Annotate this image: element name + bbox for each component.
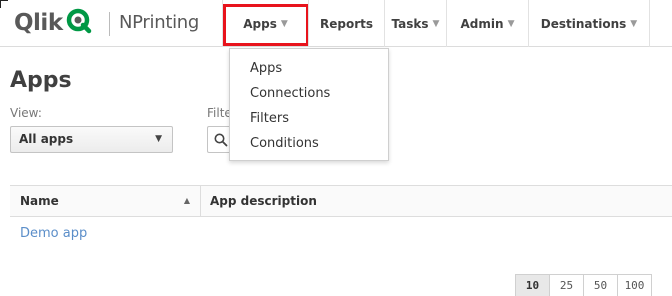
nav-destinations-label: Destinations xyxy=(540,16,627,31)
nav-admin[interactable]: Admin ▼ xyxy=(446,0,528,47)
nav-destinations[interactable]: Destinations ▼ xyxy=(528,0,650,47)
chevron-down-icon: ▼ xyxy=(280,18,288,29)
nav-reports-label: Reports xyxy=(319,16,373,31)
logo-text: Qlik xyxy=(14,10,63,36)
page-size-10[interactable]: 10 xyxy=(515,274,550,296)
chevron-down-icon: ▼ xyxy=(630,18,638,29)
chevron-down-icon: ▼ xyxy=(432,18,440,29)
main-nav: Apps ▼ Reports Tasks ▼ Admin ▼ Destinati… xyxy=(222,0,650,47)
view-select-value: All apps xyxy=(19,132,74,146)
qlik-q-icon xyxy=(66,8,92,38)
app-row-link[interactable]: Demo app xyxy=(20,226,87,241)
nav-admin-label: Admin xyxy=(460,16,504,31)
menu-item-conditions[interactable]: Conditions xyxy=(230,133,388,158)
view-label: View: xyxy=(10,106,42,120)
product-name: NPrinting xyxy=(119,12,200,33)
page-size-50[interactable]: 50 xyxy=(583,274,618,296)
top-navigation-bar: Qlik NPrinting Apps ▼ Reports Tasks ▼ Ad… xyxy=(0,0,672,47)
column-header-name[interactable]: Name ▲ xyxy=(10,186,201,216)
view-select[interactable]: All apps ▼ xyxy=(10,126,173,153)
chevron-down-icon: ▼ xyxy=(507,18,515,29)
menu-item-filters[interactable]: Filters xyxy=(230,108,388,133)
apps-dropdown-menu: Apps Connections Filters Conditions xyxy=(229,48,389,161)
menu-item-connections[interactable]: Connections xyxy=(230,83,388,108)
chevron-down-icon: ▼ xyxy=(155,134,162,144)
nav-reports[interactable]: Reports xyxy=(308,0,384,47)
filter-label: Filter xyxy=(207,106,229,120)
nav-apps-label: Apps xyxy=(243,16,277,31)
page-title: Apps xyxy=(10,68,72,93)
nav-tasks-label: Tasks xyxy=(391,16,429,31)
corner-mark xyxy=(0,0,8,8)
page-size-25[interactable]: 25 xyxy=(549,274,584,296)
column-name-label: Name xyxy=(20,194,59,208)
column-header-description: App description xyxy=(210,194,317,208)
page-size-selector: 10 25 50 100 xyxy=(515,274,652,296)
logo-divider xyxy=(109,12,110,36)
table-header: Name ▲ App description xyxy=(10,185,672,217)
nav-apps[interactable]: Apps ▼ xyxy=(222,0,309,47)
nav-tasks[interactable]: Tasks ▼ xyxy=(384,0,446,47)
qlik-logo[interactable]: Qlik xyxy=(14,8,92,38)
search-icon xyxy=(214,133,228,147)
page-size-100[interactable]: 100 xyxy=(617,274,652,296)
menu-item-apps[interactable]: Apps xyxy=(230,58,388,83)
sort-ascending-icon: ▲ xyxy=(183,196,190,205)
